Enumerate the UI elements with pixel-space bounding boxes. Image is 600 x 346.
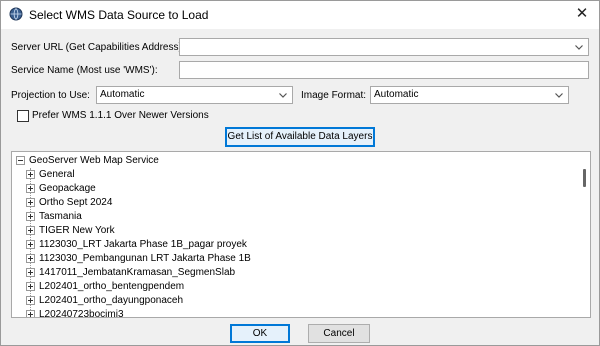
tree-item-label: General	[39, 169, 75, 180]
projection-value: Automatic	[100, 89, 145, 100]
service-name-label: Service Name (Most use 'WMS'):	[11, 65, 158, 76]
get-layers-button[interactable]: Get List of Available Data Layers	[225, 127, 375, 147]
tree-item-label: Ortho Sept 2024	[39, 197, 113, 208]
window-title: Select WMS Data Source to Load	[29, 8, 209, 22]
image-format-value: Automatic	[374, 89, 419, 100]
plus-box-icon[interactable]	[26, 240, 35, 249]
layer-tree[interactable]: GeoServer Web Map Service General Geopack…	[11, 151, 591, 318]
plus-box-icon[interactable]	[26, 184, 35, 193]
tree-scrollbar[interactable]	[579, 153, 589, 316]
prefer-wms-label: Prefer WMS 1.1.1 Over Newer Versions	[32, 110, 209, 121]
tree-root-label: GeoServer Web Map Service	[29, 155, 159, 166]
plus-box-icon[interactable]	[26, 296, 35, 305]
plus-box-icon[interactable]	[26, 198, 35, 207]
tree-item-label: Tasmania	[39, 211, 82, 222]
plus-box-icon[interactable]	[26, 254, 35, 263]
ok-button[interactable]: OK	[230, 324, 290, 343]
plus-box-icon[interactable]	[26, 282, 35, 291]
plus-box-icon[interactable]	[26, 170, 35, 179]
chevron-down-icon	[555, 93, 563, 98]
wms-dialog: Select WMS Data Source to Load ✕ Server …	[0, 0, 600, 346]
plus-box-icon[interactable]	[26, 226, 35, 235]
tree-item-label: L20240723bocimi3	[39, 309, 124, 318]
image-format-label: Image Format:	[301, 90, 367, 101]
tree-item-label: Geopackage	[39, 183, 96, 194]
projection-label: Projection to Use:	[11, 90, 90, 101]
cancel-button[interactable]: Cancel	[308, 324, 370, 343]
plus-box-icon[interactable]	[26, 268, 35, 277]
server-url-combo[interactable]	[179, 38, 589, 56]
close-button[interactable]: ✕	[565, 1, 599, 29]
scrollbar-thumb[interactable]	[583, 169, 586, 187]
tree-item-label: L202401_ortho_dayungponaceh	[39, 295, 184, 306]
chevron-down-icon	[575, 45, 583, 50]
server-url-label: Server URL (Get Capabilities Address):	[11, 42, 185, 53]
prefer-wms-checkbox[interactable]	[17, 110, 29, 122]
tree-item-label: TIGER New York	[39, 225, 115, 236]
globe-icon	[9, 7, 23, 21]
tree-item-label: 1417011_JembatanKramasan_SegmenSlab	[39, 267, 236, 278]
tree-item-label: 1123030_LRT Jakarta Phase 1B_pagar proye…	[39, 239, 247, 250]
tree-item-label: L202401_ortho_bentengpendem	[39, 281, 185, 292]
chevron-down-icon	[279, 93, 287, 98]
tree-item-label: 1123030_Pembangunan LRT Jakarta Phase 1B	[39, 253, 251, 264]
image-format-select[interactable]: Automatic	[370, 86, 569, 104]
close-icon: ✕	[575, 5, 589, 22]
title-bar: Select WMS Data Source to Load ✕	[1, 1, 599, 29]
plus-box-icon[interactable]	[26, 310, 35, 317]
service-name-input[interactable]	[179, 61, 589, 79]
projection-select[interactable]: Automatic	[96, 86, 293, 104]
minus-box-icon	[16, 156, 25, 165]
plus-box-icon[interactable]	[26, 212, 35, 221]
